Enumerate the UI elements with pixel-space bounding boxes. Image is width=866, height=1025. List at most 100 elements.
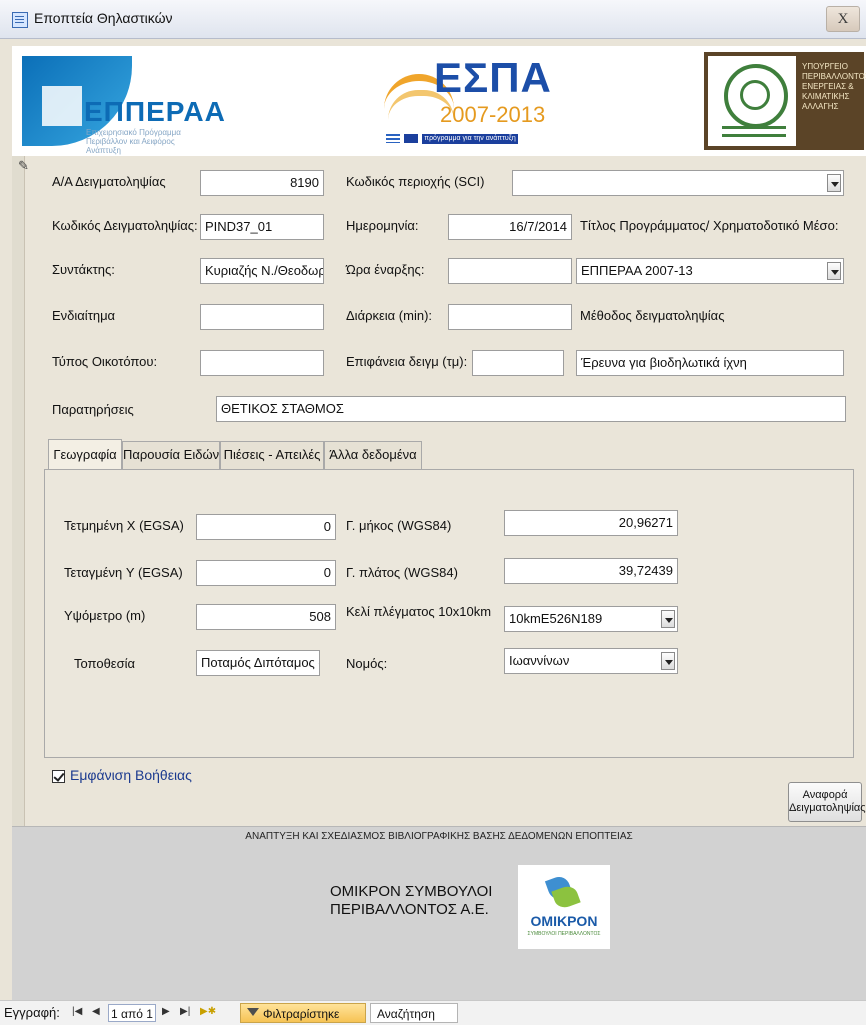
habitat-type-field[interactable]	[200, 350, 324, 376]
ministry-name: ΥΠΟΥΡΓΕΙΟ ΠΕΡΙΒΑΛΛΟΝΤΟΣ ΕΝΕΡΓΕΙΑΣ & ΚΛΙΜ…	[802, 62, 866, 111]
report-button-line1: Αναφορά	[802, 789, 848, 801]
ministry-logo: ΥΠΟΥΡΓΕΙΟ ΠΕΡΙΒΑΛΛΟΝΤΟΣ ΕΝΕΡΓΕΙΑΣ & ΚΛΙΜ…	[704, 52, 866, 150]
location-field[interactable]: Ποταμός Διπόταμος - Ι	[196, 650, 320, 676]
habitat-label: Ενδιαίτημα	[52, 308, 116, 323]
espa-name: ΕΣΠΑ	[434, 54, 552, 101]
footer-title: ΑΝΑΠΤΥΞΗ ΚΑΙ ΣΧΕΔΙΑΣΜΟΣ ΒΙΒΛΙΟΓΡΑΦΙΚΗΣ Β…	[245, 831, 633, 842]
aa-label: Α/Α Δειγματοληψίας	[52, 174, 166, 189]
window-title: Εποπτεία Θηλαστικών	[34, 10, 173, 26]
footer: ΑΝΑΠΤΥΞΗ ΚΑΙ ΣΧΕΔΙΑΣΜΟΣ ΒΙΒΛΙΟΓΡΑΦΙΚΗΣ Β…	[12, 826, 866, 1007]
code-label: Κωδικός Δειγματοληψίας:	[52, 218, 198, 233]
funnel-icon	[247, 1008, 259, 1016]
x-egsa-label: Τετμημένη X (EGSA)	[64, 518, 184, 533]
access-form-window: Εποπτεία Θηλαστικών X ΕΠΠΕΡΑΑ Επιχειρησι…	[0, 0, 866, 1025]
company-name: ΟΜΙΚΡΟΝ ΣΥΜΒΟΥΛΟΙ ΠΕΡΙΒΑΛΛΟΝΤΟΣ Α.Ε.	[330, 883, 492, 919]
previous-record-button[interactable]: ◀	[92, 1006, 100, 1017]
location-label: Τοποθεσία	[74, 656, 136, 671]
sci-combo[interactable]	[512, 170, 844, 196]
filter-toggle-button[interactable]: Φιλτραρίστηκε	[240, 1003, 366, 1023]
grid-cell-combo[interactable]: 10kmE526N189	[504, 606, 678, 632]
y-egsa-label: Τεταγμένη Y (EGSA)	[64, 565, 183, 580]
grid-cell-value: 10kmE526N189	[509, 611, 603, 626]
chevron-down-icon[interactable]	[661, 610, 675, 628]
aa-field[interactable]: 8190	[200, 170, 324, 196]
omikron-logo: OMIKPON ΣΥΜΒΟΥΛΟΙ ΠΕΡΙΒΑΛΛΟΝΤΟΣ	[518, 865, 610, 949]
altitude-label: Υψόμετρο (m)	[64, 608, 146, 623]
title-bar: Εποπτεία Θηλαστικών X	[0, 0, 866, 39]
eu-flag-icon	[404, 134, 418, 143]
lon-field[interactable]: 20,96271	[504, 510, 678, 536]
duration-field[interactable]	[448, 304, 572, 330]
ministry-circle-icon	[724, 64, 788, 128]
chevron-down-icon[interactable]	[827, 174, 841, 192]
sci-label: Κωδικός περιοχής (SCI)	[346, 174, 485, 189]
emblem-line	[722, 134, 786, 137]
notes-field[interactable]: ΘΕΤΙΚΟΣ ΣΤΑΘΜΟΣ	[216, 396, 846, 422]
x-egsa-field[interactable]: 0	[196, 514, 336, 540]
greek-flag-icon	[386, 134, 400, 143]
edit-pencil-icon: ✎	[18, 158, 29, 173]
habitat-field[interactable]	[200, 304, 324, 330]
last-record-button[interactable]: ▶|	[180, 1006, 190, 1017]
code-field[interactable]: PIND37_01	[200, 214, 324, 240]
epperaa-logo: ΕΠΠΕΡΑΑ Επιχειρησιακό Πρόγραμμα Περιβάλλ…	[22, 56, 252, 155]
omikron-logo-word: OMIKPON	[530, 913, 598, 929]
form-icon	[12, 12, 28, 28]
record-position-field[interactable]: 1 από 1	[108, 1004, 156, 1022]
y-egsa-field[interactable]: 0	[196, 560, 336, 586]
tab-geography[interactable]: Γεωγραφία	[48, 439, 122, 469]
sampling-report-button[interactable]: Αναφορά Δειγματοληψίας	[788, 782, 866, 822]
epperaa-name: ΕΠΠΕΡΑΑ	[84, 96, 226, 127]
espa-tagline: πρόγραμμα για την ανάπτυξη	[422, 134, 518, 144]
start-time-field[interactable]	[448, 258, 572, 284]
altitude-field[interactable]: 508	[196, 604, 336, 630]
record-navigation-bar: Εγγραφή: |◀ ◀ 1 από 1 ▶ ▶| ▶✱ Φιλτραρίστ…	[0, 1000, 866, 1025]
habitat-type-label: Τύπος Οικοτόπου:	[52, 354, 158, 369]
author-label: Συντάκτης:	[52, 262, 115, 277]
espa-logo: ΕΣΠΑ 2007-2013 πρόγραμμα για την ανάπτυξ…	[384, 52, 554, 150]
prefecture-value: Ιωαννίνων	[509, 653, 570, 668]
lon-label: Γ. μήκος (WGS84)	[346, 518, 452, 533]
show-help-checkbox[interactable]	[52, 770, 65, 783]
chevron-down-icon[interactable]	[827, 262, 841, 280]
area-label: Επιφάνεια δειγμ (τμ):	[346, 354, 468, 369]
first-record-button[interactable]: |◀	[72, 1006, 82, 1017]
duration-label: Διάρκεια (min):	[346, 308, 433, 323]
method-field[interactable]: Έρευνα για βιοδηλωτικά ίχνη	[576, 350, 844, 376]
record-selector[interactable]	[12, 156, 25, 826]
new-record-button[interactable]: ▶✱	[200, 1006, 216, 1017]
epperaa-square-graphic	[42, 86, 82, 126]
next-record-button[interactable]: ▶	[162, 1006, 170, 1017]
date-label: Ημερομηνία:	[346, 218, 419, 233]
program-combo-value: ΕΠΠΕΡΑΑ 2007-13	[581, 263, 693, 278]
area-field[interactable]	[472, 350, 564, 376]
ministry-emblem	[708, 56, 796, 146]
company-name-line2: ΠΕΡΙΒΑΛΛΟΝΤΟΣ Α.Ε.	[330, 901, 489, 918]
start-time-label: Ώρα έναρξης:	[346, 262, 425, 277]
close-button[interactable]: X	[826, 6, 860, 32]
lat-label: Γ. πλάτος (WGS84)	[346, 565, 458, 580]
prefecture-combo[interactable]: Ιωαννίνων	[504, 648, 678, 674]
tab-pressures-threats[interactable]: Πιέσεις - Απειλές	[220, 441, 324, 469]
grid-cell-label: Κελί πλέγματος 10x10km	[346, 604, 492, 619]
company-name-line1: ΟΜΙΚΡΟΝ ΣΥΜΒΟΥΛΟΙ	[330, 883, 493, 900]
date-field[interactable]: 16/7/2014	[448, 214, 572, 240]
show-help-label[interactable]: Εμφάνιση Βοήθειας	[70, 767, 192, 783]
header-banner: ΕΠΠΕΡΑΑ Επιχειρησιακό Πρόγραμμα Περιβάλλ…	[12, 46, 866, 157]
epperaa-subtitle: Επιχειρησιακό Πρόγραμμα Περιβάλλον και Α…	[86, 128, 181, 155]
lat-field[interactable]: 39,72439	[504, 558, 678, 584]
search-box[interactable]: Αναζήτηση	[370, 1003, 458, 1023]
program-combo[interactable]: ΕΠΠΕΡΑΑ 2007-13	[576, 258, 844, 284]
tab-species-presence[interactable]: Παρουσία Ειδών	[122, 441, 220, 469]
record-label: Εγγραφή:	[4, 1005, 60, 1020]
emblem-line	[722, 126, 786, 129]
author-field[interactable]: Κυριαζής Ν./Θεοδωρότ	[200, 258, 324, 284]
tab-other-data[interactable]: Άλλα δεδομένα	[324, 441, 422, 469]
espa-years: 2007-2013	[440, 102, 546, 127]
prefecture-label: Νομός:	[346, 656, 388, 671]
chevron-down-icon[interactable]	[661, 652, 675, 670]
report-button-line2: Δειγματοληψίας	[789, 802, 866, 814]
program-label: Τίτλος Προγράμματος/ Χρηματοδοτικό Μέσο:	[580, 218, 839, 233]
notes-label: Παρατηρήσεις	[52, 402, 134, 417]
method-label: Μέθοδος δειγματοληψίας	[580, 308, 725, 323]
